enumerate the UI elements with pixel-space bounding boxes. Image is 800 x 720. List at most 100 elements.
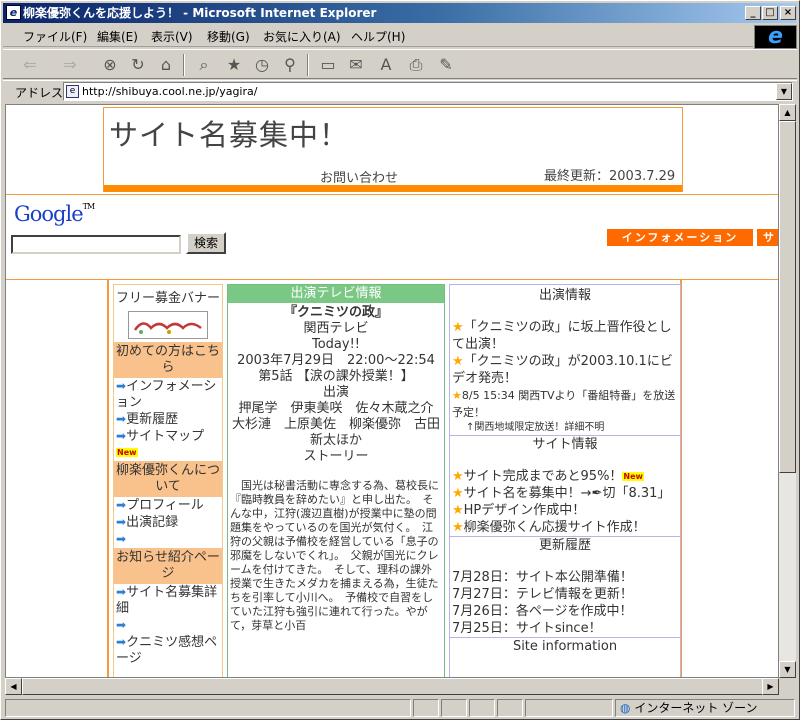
- star-icon: ★: [452, 389, 462, 402]
- toolbar-separator: [183, 54, 185, 76]
- status-blank: [469, 699, 495, 717]
- maximize-button[interactable]: □: [762, 6, 778, 20]
- edit-icon[interactable]: ✎: [435, 54, 457, 76]
- nav-appearances[interactable]: ➡出演記録: [114, 514, 222, 531]
- nav-sitemap[interactable]: ➡サイトマップNew: [114, 428, 222, 461]
- scroll-down-icon[interactable]: ▼: [779, 661, 796, 678]
- font-size-icon[interactable]: A: [375, 54, 397, 76]
- arrow-icon: ➡: [116, 379, 127, 393]
- scroll-left-icon[interactable]: ◀: [5, 678, 22, 695]
- status-blank-3: [525, 699, 613, 717]
- episode: 第5話 【涙の課外授業！】: [258, 369, 414, 384]
- address-dropdown-icon[interactable]: ▼: [776, 83, 792, 100]
- right-column: 出演情報 ★「クニミツの政」に坂上晋作役として出演！ ★「クニミツの政」が200…: [449, 284, 681, 677]
- region-note: ↑関西地域限定放送！詳細不明: [466, 422, 605, 433]
- site-info-heading: サイト情報: [532, 437, 598, 452]
- vertical-scrollbar[interactable]: ▲ ▼: [779, 104, 796, 678]
- tab-next[interactable]: サ: [757, 229, 778, 246]
- cast-list: 押尾学 伊東美咲 佐々木蔵之介 大杉漣 上原美佐 柳楽優弥 古田新太ほか: [231, 401, 447, 448]
- star-icon: ★: [452, 503, 464, 518]
- nav-kunimitsu[interactable]: ➡クニミツ感想ページ: [114, 634, 222, 667]
- arrow-icon: ➡: [116, 618, 127, 632]
- section-about: 柳楽優弥くんについて: [114, 461, 222, 497]
- arrow-icon: ➡: [116, 515, 127, 529]
- nav-profile[interactable]: ➡プロフィール: [114, 497, 222, 514]
- stop-icon[interactable]: ⊗: [99, 54, 121, 76]
- refresh-icon[interactable]: ↻: [127, 54, 149, 76]
- appearance-item: ★「クニミツの政」に坂上晋作役として出演！: [452, 320, 672, 352]
- forward-icon[interactable]: ⇒: [59, 54, 81, 76]
- appearance-heading: 出演情報: [538, 288, 591, 303]
- history-item: 7月28日：サイト本公開準備！: [452, 570, 633, 585]
- google-search-input[interactable]: [11, 235, 181, 254]
- address-url: http://shibuya.cool.ne.jp/yagira/: [82, 85, 258, 98]
- search-icon[interactable]: ⌕: [193, 54, 215, 76]
- page-viewport: サイト名募集中！ お問い合わせ 最終更新：2003.7.29 GoogleTM …: [5, 104, 779, 678]
- mail-icon[interactable]: ✉: [345, 54, 367, 76]
- horizontal-scrollbar[interactable]: ◀ ▶: [5, 678, 779, 695]
- fullscreen-icon[interactable]: ▭: [317, 54, 339, 76]
- nav-empty[interactable]: ➡: [114, 531, 222, 548]
- history-icon[interactable]: ◷: [251, 54, 273, 76]
- vertical-scroll-thumb[interactable]: [779, 121, 796, 473]
- close-button[interactable]: ×: [780, 6, 796, 20]
- address-input[interactable]: e http://shibuya.cool.ne.jp/yagira/ ▼: [63, 82, 793, 101]
- nav-history[interactable]: ➡更新履歴: [114, 411, 222, 428]
- page-icon: e: [66, 85, 79, 98]
- window-title: 柳楽優弥くんを応援しよう！ - Microsoft Internet Explo…: [23, 6, 377, 20]
- show-title: 『クニミツの政』: [283, 305, 388, 320]
- menu-edit[interactable]: 編集(E): [97, 28, 138, 45]
- arrow-icon: ➡: [116, 498, 127, 512]
- scroll-right-icon[interactable]: ▶: [762, 678, 779, 695]
- left-column: フリー募金バナー 初めての方はこちら ➡インフォメーション ➡更新履歴 ➡サイト…: [113, 284, 223, 677]
- horizontal-scroll-thumb[interactable]: [22, 678, 766, 695]
- story-text: 国光は秘書活動に専念する為、葛校長に『臨時教員を辞めたい』と申し出た。 そんな中…: [230, 479, 439, 632]
- donation-banner[interactable]: [128, 311, 208, 339]
- home-icon[interactable]: ⌂: [155, 54, 177, 76]
- arrow-icon: ➡: [116, 412, 127, 426]
- menu-view[interactable]: 表示(V): [151, 28, 193, 45]
- search-button[interactable]: 検索: [186, 232, 226, 254]
- print-icon[interactable]: ⎙: [405, 54, 427, 76]
- menu-file[interactable]: ファイル(F): [23, 28, 87, 45]
- channels-icon[interactable]: ⚲: [279, 54, 301, 76]
- nav-empty-2[interactable]: ➡: [114, 617, 222, 634]
- site-title: サイト名募集中！: [109, 118, 350, 152]
- contact-link[interactable]: お問い合わせ: [320, 167, 398, 186]
- site-header: サイト名募集中！ お問い合わせ 最終更新：2003.7.29: [103, 107, 683, 192]
- site-info-item: ★サイト名を募集中！→✒切「8.31」: [452, 486, 671, 501]
- tab-information[interactable]: インフォメーション: [607, 229, 753, 246]
- nav-name-contest[interactable]: ➡サイト名募集詳細: [114, 584, 222, 617]
- menu-favorites[interactable]: お気に入り(A): [263, 28, 341, 45]
- banner-title: フリー募金バナー: [115, 291, 220, 306]
- menu-bar: ファイル(F) 編集(E) 表示(V) 移動(G) お気に入り(A) ヘルプ(H…: [3, 25, 753, 47]
- section-notices: お知らせ紹介ページ: [114, 548, 222, 584]
- minimize-button[interactable]: _: [745, 6, 761, 20]
- arrow-icon: ➡: [116, 429, 127, 443]
- site-information-heading: Site information: [512, 639, 618, 654]
- site-info-box: サイト情報 ★サイト完成まであと95%！New ★サイト名を募集中！→✒切「8.…: [450, 436, 680, 537]
- menu-go[interactable]: 移動(G): [207, 28, 250, 45]
- site-info-item: ★サイト完成まであと95%！New: [452, 469, 644, 484]
- google-logo: GoogleTM: [14, 202, 95, 226]
- update-history-heading: 更新履歴: [538, 538, 591, 553]
- star-icon: ★: [452, 520, 464, 535]
- nav-information[interactable]: ➡インフォメーション: [114, 378, 222, 411]
- toolbar: ⇐ ⇒ ⊗ ↻ ⌂ ⌕ ★ ◷ ⚲ ▭ ✉ A ⎙ ✎: [3, 49, 797, 79]
- history-item: 7月25日：サイトsince！: [452, 621, 602, 636]
- status-bar: ◍ インターネット ゾーン: [3, 698, 797, 718]
- appearance-info-box: 出演情報 ★「クニミツの政」に坂上晋作役として出演！ ★「クニミツの政」が200…: [450, 287, 680, 436]
- arrow-icon: ➡: [116, 532, 127, 546]
- ie-logo-icon: e: [754, 25, 797, 49]
- star-icon: ★: [452, 469, 464, 484]
- site-info-item: ★HPデザイン作成中！: [452, 503, 586, 518]
- favorites-icon[interactable]: ★: [223, 54, 245, 76]
- scroll-up-icon[interactable]: ▲: [779, 104, 796, 121]
- back-icon[interactable]: ⇐: [19, 54, 41, 76]
- tv-info-heading: 出演テレビ情報: [228, 285, 444, 303]
- last-updated: 最終更新：2003.7.29: [544, 169, 676, 184]
- title-bar[interactable]: e 柳楽優弥くんを応援しよう！ - Microsoft Internet Exp…: [3, 3, 797, 23]
- menu-help[interactable]: ヘルプ(H): [351, 28, 405, 45]
